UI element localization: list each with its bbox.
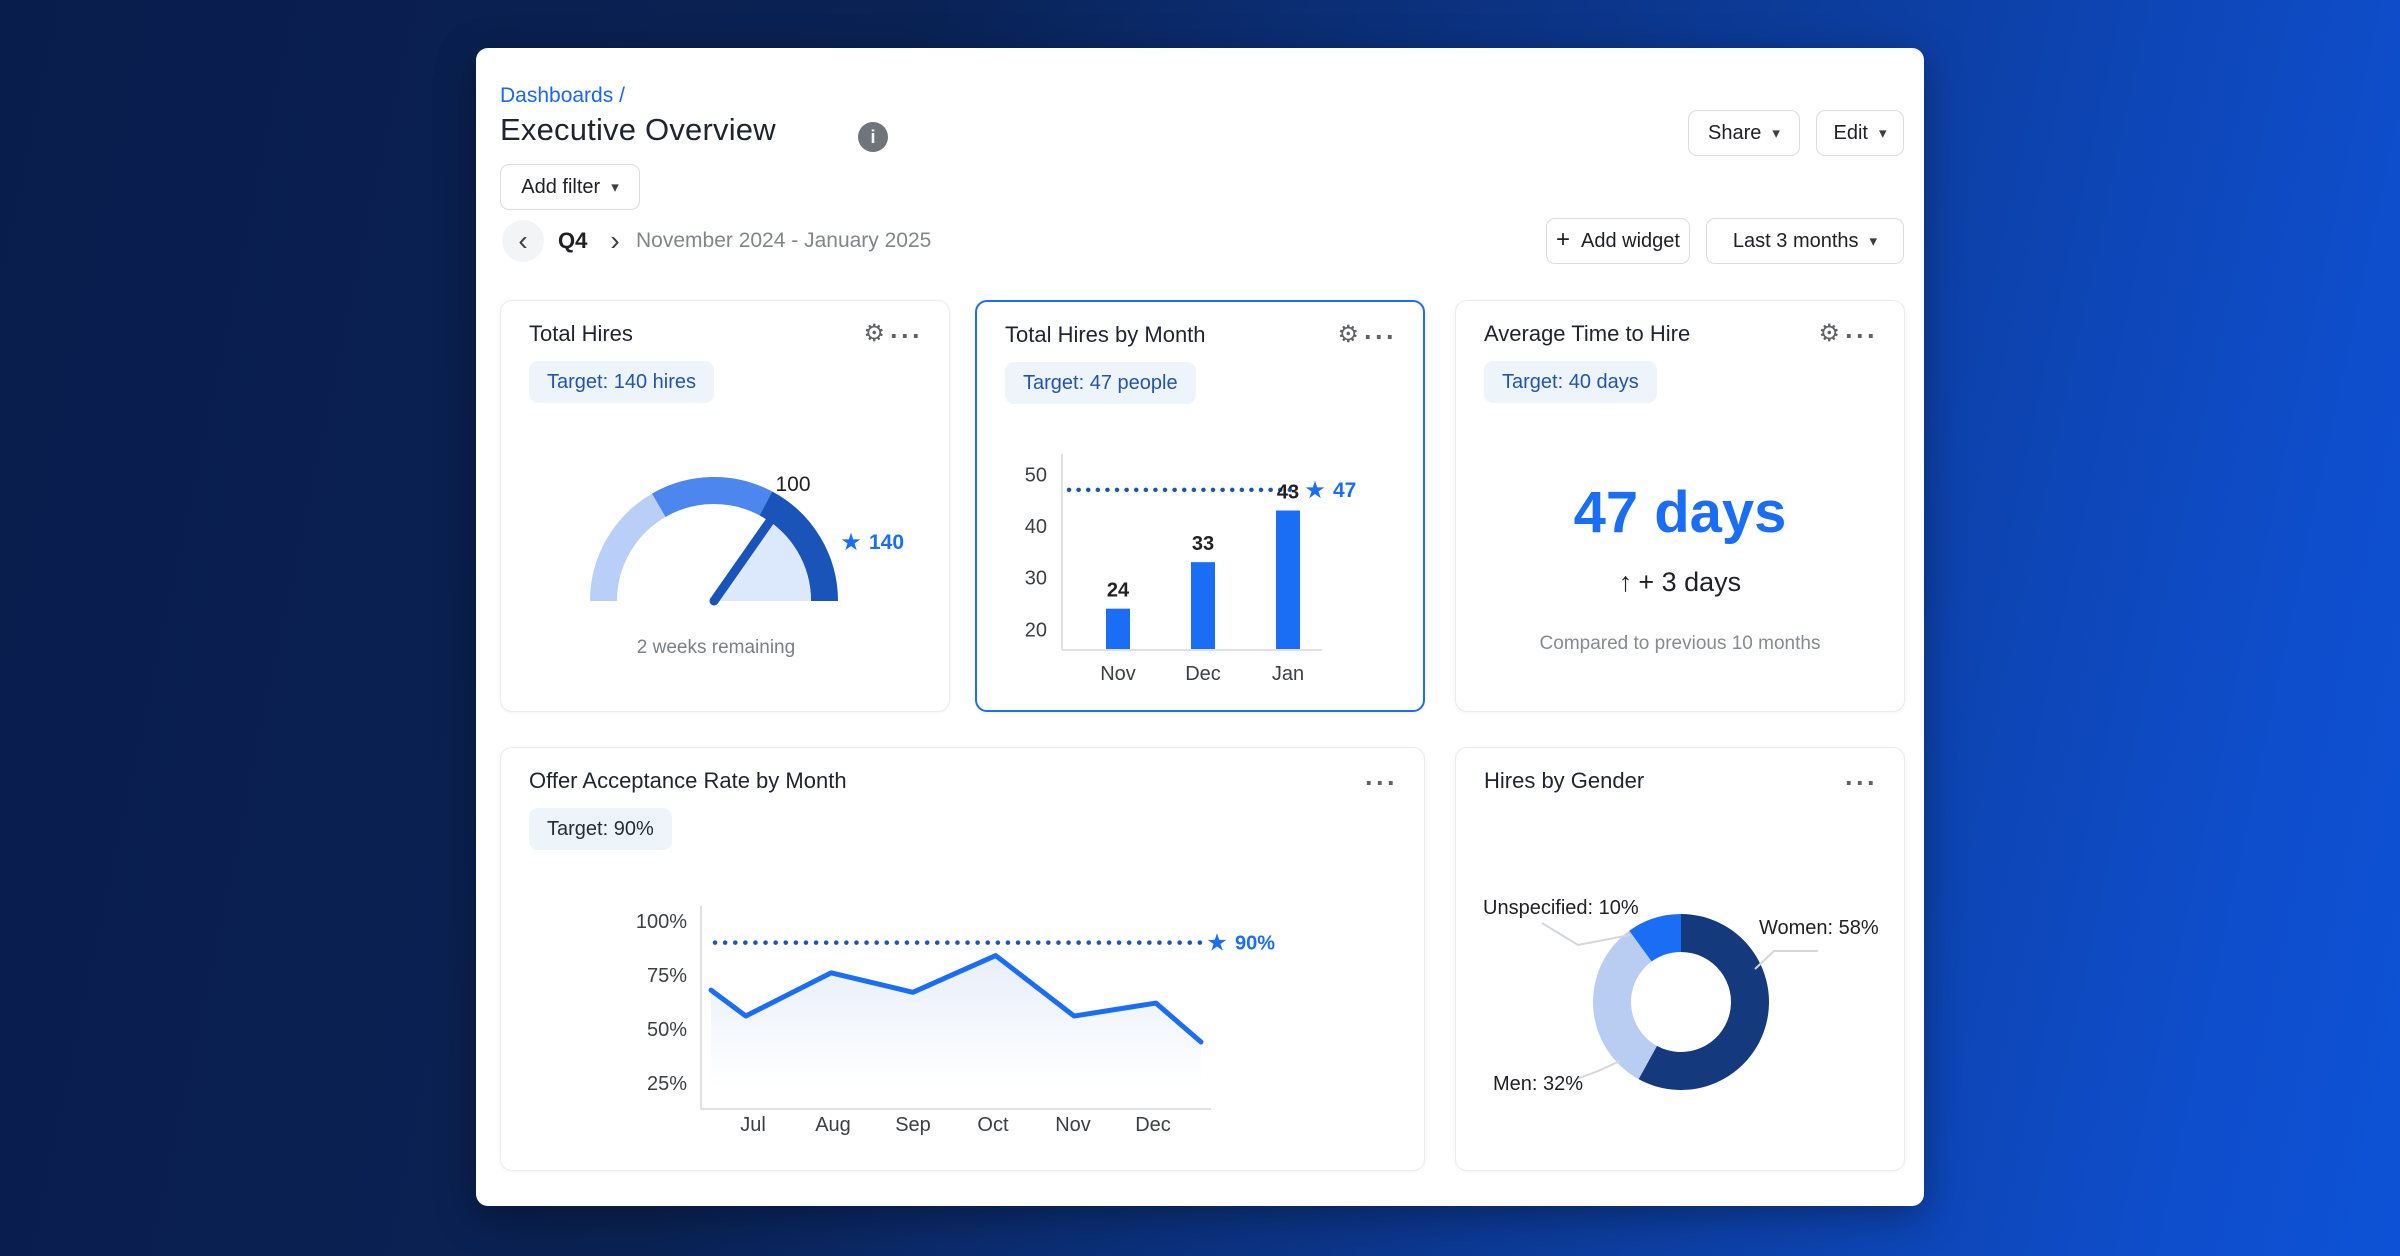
date-range-label: November 2024 - January 2025 <box>636 229 931 253</box>
widget-total-hires[interactable]: Total Hires Target: 140 hires 100 ★ 140 2 … <box>500 300 950 712</box>
svg-text:50: 50 <box>1025 464 1047 486</box>
svg-text:★: ★ <box>1206 930 1228 957</box>
svg-text:Nov: Nov <box>1055 1114 1091 1136</box>
stat-delta-text: + 3 days <box>1638 567 1741 597</box>
widget-title: Average Time to Hire <box>1484 321 1690 347</box>
time-filter-button[interactable]: Last 3 months <box>1706 218 1904 264</box>
chevron-down-icon <box>611 180 619 195</box>
info-icon[interactable] <box>858 122 888 152</box>
widget-title: Total Hires <box>529 321 633 347</box>
svg-text:Jan: Jan <box>1272 663 1304 685</box>
bar-chart: 20 30 40 50 ★ 47 24 Nov 33 Dec 43 Jan <box>977 442 1427 692</box>
svg-text:100%: 100% <box>636 911 687 933</box>
next-quarter-button[interactable] <box>594 220 636 262</box>
share-label: Share <box>1708 122 1761 145</box>
target-chip: Target: 47 people <box>1005 362 1196 404</box>
target-chip: Target: 140 hires <box>529 361 714 403</box>
more-options-icon[interactable] <box>1845 323 1878 350</box>
line-chart: 25% 50% 75% 100% Jul Aug Sep Oct Nov Dec ★ 90% <box>501 888 1426 1153</box>
svg-text:Jul: Jul <box>740 1114 766 1136</box>
edit-label: Edit <box>1834 122 1868 145</box>
more-options-icon[interactable] <box>1845 770 1878 797</box>
svg-text:30: 30 <box>1025 568 1047 590</box>
svg-text:Oct: Oct <box>977 1114 1009 1136</box>
donut-label-men: Men: 32% <box>1493 1073 1583 1096</box>
donut-label-women: Women: 58% <box>1759 917 1879 940</box>
edit-button[interactable]: Edit <box>1816 110 1904 156</box>
add-widget-button[interactable]: Add widget <box>1546 218 1690 264</box>
more-options-icon[interactable] <box>1364 324 1397 351</box>
svg-text:20: 20 <box>1025 619 1047 641</box>
svg-text:25%: 25% <box>647 1073 687 1095</box>
svg-text:100: 100 <box>775 473 810 496</box>
gauge-footnote: 2 weeks remaining <box>501 637 931 659</box>
stat-delta: ↑+ 3 days <box>1456 567 1904 598</box>
svg-text:50%: 50% <box>647 1019 687 1041</box>
more-options-icon[interactable] <box>1365 770 1398 797</box>
svg-text:Dec: Dec <box>1185 663 1221 685</box>
svg-text:Dec: Dec <box>1135 1114 1171 1136</box>
quarter-label: Q4 <box>558 228 587 254</box>
plus-icon <box>1556 228 1570 252</box>
add-widget-label: Add widget <box>1581 230 1680 253</box>
widget-title: Total Hires by Month <box>1005 322 1206 348</box>
gear-icon[interactable] <box>1337 323 1359 347</box>
gear-icon[interactable] <box>1818 322 1840 346</box>
target-chip: Target: 40 days <box>1484 361 1657 403</box>
svg-text:★: ★ <box>840 529 862 556</box>
add-filter-button[interactable]: Add filter <box>500 164 640 210</box>
svg-text:90%: 90% <box>1235 933 1275 955</box>
widget-hires-by-month[interactable]: Total Hires by Month Target: 47 people 2… <box>975 300 1425 712</box>
svg-text:40: 40 <box>1025 516 1047 538</box>
more-options-icon[interactable] <box>890 323 923 350</box>
svg-text:★: ★ <box>1304 477 1326 504</box>
info-glyph <box>870 127 875 148</box>
breadcrumb[interactable]: Dashboards / <box>500 84 625 108</box>
stat-value: 47 days <box>1456 479 1904 546</box>
share-button[interactable]: Share <box>1688 110 1800 156</box>
donut-label-unspecified: Unspecified: 10% <box>1483 897 1639 920</box>
chevron-down-icon <box>1879 126 1887 141</box>
svg-text:Sep: Sep <box>895 1114 931 1136</box>
previous-quarter-button[interactable] <box>502 220 544 262</box>
svg-text:Nov: Nov <box>1100 663 1136 685</box>
svg-text:33: 33 <box>1192 533 1214 555</box>
stat-footnote: Compared to previous 10 months <box>1456 633 1904 655</box>
donut-area: Unspecified: 10% Women: 58% Men: 32% <box>1456 881 1906 1161</box>
dashboard-panel: Dashboards / Executive Overview Share Ed… <box>476 48 1924 1206</box>
add-filter-label: Add filter <box>521 176 600 199</box>
target-chip: Target: 90% <box>529 808 672 850</box>
svg-text:47: 47 <box>1333 479 1356 502</box>
widget-title: Hires by Gender <box>1484 768 1644 794</box>
gear-icon[interactable] <box>863 322 885 346</box>
svg-text:24: 24 <box>1107 580 1130 602</box>
widget-offer-acceptance[interactable]: Offer Acceptance Rate by Month Target: 9… <box>500 747 1425 1171</box>
chevron-left-icon <box>518 225 527 257</box>
svg-text:43: 43 <box>1277 482 1299 504</box>
svg-text:75%: 75% <box>647 965 687 987</box>
time-filter-label: Last 3 months <box>1733 230 1859 253</box>
widget-avg-time-to-hire[interactable]: Average Time to Hire Target: 40 days 47 … <box>1455 300 1905 712</box>
page-title: Executive Overview <box>500 112 776 148</box>
chevron-down-icon <box>1870 234 1878 249</box>
svg-text:140: 140 <box>869 531 904 554</box>
chevron-right-icon <box>610 225 619 257</box>
chevron-down-icon <box>1772 126 1780 141</box>
widget-hires-by-gender[interactable]: Hires by Gender Unspecified: 10% Women: … <box>1455 747 1905 1171</box>
widget-title: Offer Acceptance Rate by Month <box>529 768 847 794</box>
svg-text:Aug: Aug <box>815 1114 851 1136</box>
up-arrow-icon: ↑ <box>1619 567 1633 597</box>
